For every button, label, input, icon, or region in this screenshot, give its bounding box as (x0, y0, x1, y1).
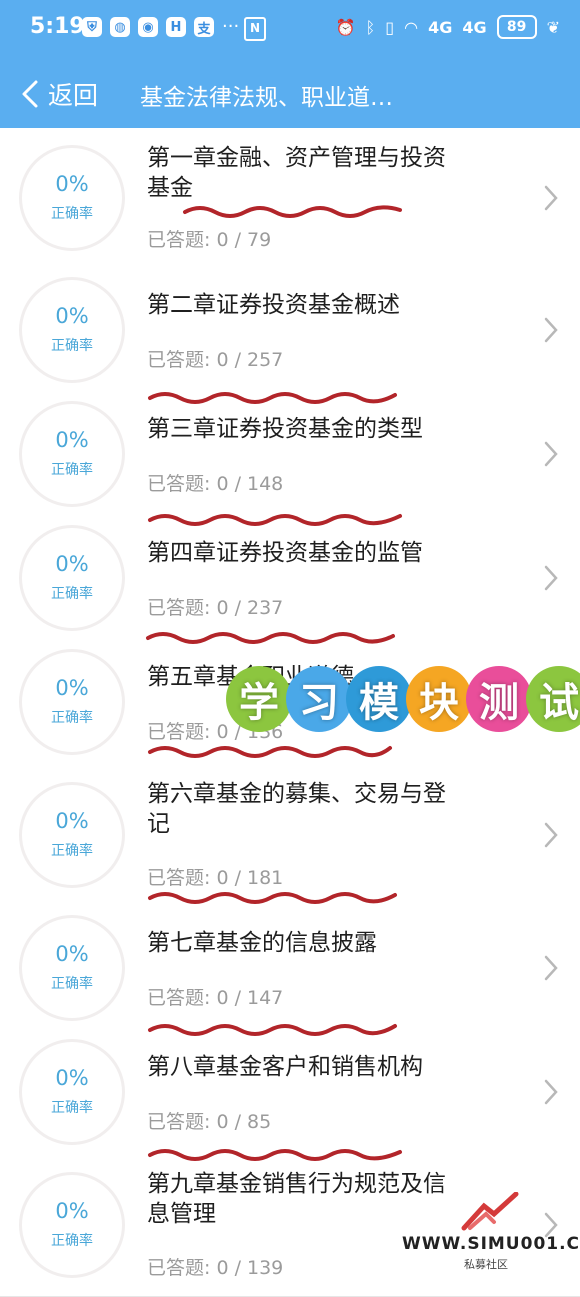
status-time: 5:19 (30, 14, 85, 39)
leaf-icon: ❦ (546, 17, 560, 37)
accuracy-ring: 0% 正确率 (19, 915, 125, 1021)
watermark-logo-icon (461, 1192, 519, 1231)
accuracy-label: 正确率 (51, 338, 93, 354)
h-icon: H (166, 17, 186, 37)
watermark: WWW.SIMU001.CN 私募社区 (402, 1192, 580, 1272)
chevron-right-icon (544, 565, 558, 591)
accuracy-percent: 0% (55, 942, 89, 966)
chapter-title: 第四章证券投资基金的监管 (147, 540, 423, 566)
nfc-icon: N (244, 17, 266, 41)
chevron-left-icon (22, 80, 38, 108)
answered-count: 已答题: 0 / 257 (147, 349, 284, 371)
watermark-url: WWW.SIMU001.CN (402, 1234, 580, 1254)
accuracy-ring: 0% 正确率 (19, 525, 125, 631)
answered-count: 已答题: 0 / 237 (147, 597, 284, 619)
accuracy-percent: 0% (55, 809, 89, 833)
accuracy-label: 正确率 (51, 710, 93, 726)
banner-char: 学 (226, 666, 292, 732)
chevron-right-icon (544, 317, 558, 343)
accuracy-label: 正确率 (51, 462, 93, 478)
answered-count: 已答题: 0 / 85 (147, 1111, 272, 1133)
chapter-item[interactable]: 0% 正确率 第八章基金客户和销售机构已答题: 0 / 85 (0, 1030, 580, 1155)
chapter-title: 第八章基金客户和销售机构 (147, 1054, 423, 1080)
accuracy-percent: 0% (55, 1066, 89, 1090)
accuracy-label: 正确率 (51, 1233, 93, 1249)
banner-char: 模 (346, 666, 412, 732)
accuracy-percent: 0% (55, 1199, 89, 1223)
accuracy-ring: 0% 正确率 (19, 277, 125, 383)
chapter-title: 第六章基金的募集、交易与登记 (147, 781, 446, 837)
accuracy-percent: 0% (55, 172, 89, 196)
accuracy-percent: 0% (55, 676, 89, 700)
chapter-item[interactable]: 0% 正确率 第四章证券投资基金的监管已答题: 0 / 237 (0, 516, 580, 641)
accuracy-label: 正确率 (51, 976, 93, 992)
notification-icons: ⛨ ◍ ◉ H 支 ··· (82, 17, 239, 37)
chapter-item[interactable]: 0% 正确率 第一章金融、资产管理与投资基金已答题: 0 / 79 (0, 128, 580, 269)
accuracy-label: 正确率 (51, 206, 93, 222)
signal-icon-1: 4G (428, 17, 453, 37)
more-icon: ··· (222, 16, 240, 37)
chevron-right-icon (544, 822, 558, 848)
answered-count: 已答题: 0 / 79 (147, 229, 272, 251)
accuracy-label: 正确率 (51, 1100, 93, 1116)
chevron-right-icon (544, 955, 558, 981)
shield-icon: ⛨ (82, 17, 102, 37)
accuracy-ring: 0% 正确率 (19, 401, 125, 507)
banner-char: 测 (466, 666, 532, 732)
chapter-item[interactable]: 0% 正确率 第三章证券投资基金的类型已答题: 0 / 148 (0, 392, 580, 517)
accuracy-percent: 0% (55, 304, 89, 328)
accuracy-percent: 0% (55, 552, 89, 576)
chevron-right-icon (544, 1079, 558, 1105)
answered-count: 已答题: 0 / 181 (147, 867, 284, 889)
nav-bar: 返回 基金法律法规、职业道… (0, 58, 580, 128)
accuracy-label: 正确率 (51, 843, 93, 859)
alarm-icon: ⏰ (335, 17, 356, 37)
accuracy-percent: 0% (55, 428, 89, 452)
app-icon: ◉ (138, 17, 158, 37)
chapter-item[interactable]: 0% 正确率 第六章基金的募集、交易与登记已答题: 0 / 181 (0, 764, 580, 907)
back-label: 返回 (48, 81, 99, 110)
answered-count: 已答题: 0 / 148 (147, 473, 284, 495)
wifi-icon: ◠ (404, 17, 419, 37)
chapter-item[interactable]: 0% 正确率 第七章基金的信息披露已答题: 0 / 147 (0, 906, 580, 1031)
watermark-sub: 私募社区 (464, 1258, 508, 1271)
banner-char: 习 (286, 666, 352, 732)
status-right: ⏰ ᛒ ▯ ◠ 4G 4G 89 ❦ (336, 15, 560, 39)
bluetooth-icon: ᛒ (365, 17, 376, 37)
accuracy-ring: 0% 正确率 (19, 649, 125, 755)
accuracy-ring: 0% 正确率 (19, 1039, 125, 1145)
accuracy-ring: 0% 正确率 (19, 1172, 125, 1278)
answered-count: 已答题: 0 / 147 (147, 987, 284, 1009)
accuracy-ring: 0% 正确率 (19, 782, 125, 888)
chapter-title: 第一章金融、资产管理与投资基金 (147, 145, 446, 201)
chapter-title: 第三章证券投资基金的类型 (147, 416, 423, 442)
chapter-title: 第二章证券投资基金概述 (147, 292, 400, 318)
signal-icon-2: 4G (462, 17, 487, 37)
chapter-title: 第七章基金的信息披露 (147, 930, 377, 956)
chevron-right-icon (544, 441, 558, 467)
banner-char: 试 (526, 666, 580, 732)
back-button[interactable]: 返回 (16, 76, 98, 112)
status-bar: 5:19 ⛨ ◍ ◉ H 支 ··· N ⏰ ᛒ ▯ ◠ 4G 4G 89 ❦ (0, 0, 580, 58)
accuracy-ring: 0% 正确率 (19, 145, 125, 251)
banner-char: 块 (406, 666, 472, 732)
chevron-right-icon (544, 185, 558, 211)
alipay-icon: 支 (194, 17, 214, 37)
vibrate-icon: ▯ (385, 17, 395, 37)
accuracy-label: 正确率 (51, 586, 93, 602)
wechat-icon: ◍ (110, 17, 130, 37)
page-title: 基金法律法规、职业道… (140, 85, 393, 111)
chapter-item[interactable]: 0% 正确率 第二章证券投资基金概述已答题: 0 / 257 (0, 268, 580, 393)
module-test-banner: 学习模块测试 (226, 666, 580, 732)
battery-icon: 89 (496, 15, 537, 39)
